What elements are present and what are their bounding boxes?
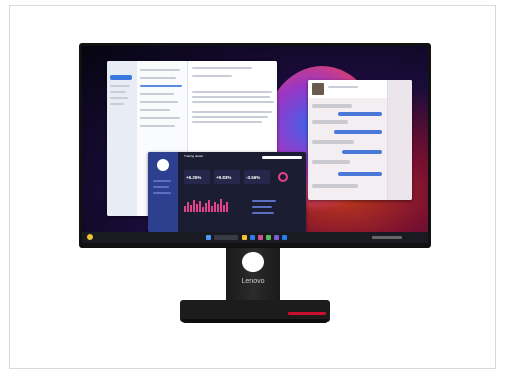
stat-card-3: -3.56% bbox=[244, 170, 270, 184]
dashboard-window: Trading dealer +6.25% +9.83% -3.56% bbox=[148, 152, 306, 232]
base-foot bbox=[182, 319, 328, 323]
start-icon bbox=[206, 235, 211, 240]
contact-photo bbox=[312, 83, 324, 95]
user-avatar-icon bbox=[157, 159, 169, 171]
app-icon bbox=[274, 235, 279, 240]
dashboard-title: Trading dealer bbox=[184, 154, 204, 158]
app-icon bbox=[258, 235, 263, 240]
cable-management-hole bbox=[242, 252, 264, 272]
dashboard-nav bbox=[148, 152, 178, 232]
taskbar bbox=[82, 232, 428, 243]
stat-value: -3.56% bbox=[246, 175, 261, 180]
new-mail-button bbox=[110, 75, 132, 80]
chat-window bbox=[308, 80, 412, 200]
weather-icon bbox=[87, 234, 93, 240]
app-icon bbox=[266, 235, 271, 240]
app-icon bbox=[282, 235, 287, 240]
monitor: Trading dealer +6.25% +9.83% -3.56% bbox=[79, 43, 431, 248]
search-box bbox=[214, 235, 238, 240]
stat-value: +6.25% bbox=[186, 175, 202, 180]
stat-card-2: +9.83% bbox=[214, 170, 240, 184]
stat-card-1: +6.25% bbox=[184, 170, 210, 184]
monitor-screen: Trading dealer +6.25% +9.83% -3.56% bbox=[82, 46, 428, 243]
folder-icon bbox=[242, 235, 247, 240]
base-red-accent bbox=[288, 312, 326, 315]
system-tray bbox=[372, 236, 402, 239]
mail-sidebar bbox=[107, 61, 137, 216]
chat-side-pane bbox=[387, 80, 412, 200]
brand-logo: Lenovo bbox=[241, 278, 265, 285]
stat-value: +9.83% bbox=[216, 175, 232, 180]
gauge-ring bbox=[278, 172, 288, 182]
browser-icon bbox=[250, 235, 255, 240]
mini-bar-chart bbox=[184, 198, 244, 212]
window-search-bar bbox=[262, 156, 302, 159]
